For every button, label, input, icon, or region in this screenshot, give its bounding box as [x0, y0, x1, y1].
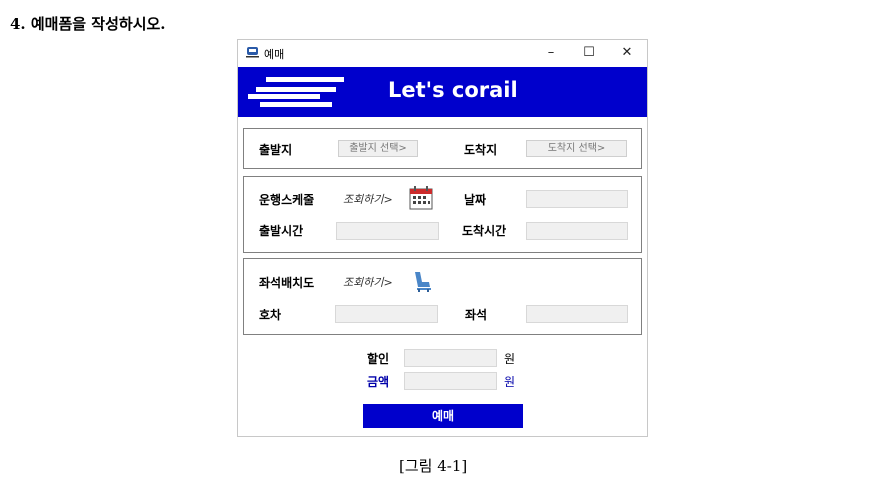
route-group: 출발지 출발지 선택> 도착지 도착지 선택> — [243, 128, 642, 169]
schedule-lookup-link[interactable]: 조회하기> — [343, 191, 393, 207]
schedule-label: 운행스케줄 — [259, 193, 315, 207]
arrival-time-field[interactable] — [526, 222, 628, 240]
car-field[interactable] — [335, 305, 438, 323]
seat-field[interactable] — [526, 305, 628, 323]
arrival-select-button[interactable]: 도착지 선택> — [526, 140, 627, 157]
amount-label: 금액 — [367, 375, 390, 389]
car-label: 호차 — [259, 308, 282, 322]
discount-field[interactable] — [404, 349, 497, 367]
arrival-time-label: 도착시간 — [462, 224, 507, 238]
arrival-label: 도착지 — [464, 143, 498, 157]
seatmap-label: 좌석배치도 — [259, 276, 315, 290]
seat-group: 좌석배치도 조회하기> 호차 좌석 — [243, 258, 642, 335]
seat-label: 좌석 — [465, 308, 488, 322]
close-button[interactable]: ✕ — [612, 41, 642, 65]
seat-icon[interactable] — [411, 270, 433, 292]
train-icon — [246, 47, 259, 58]
date-label: 날짜 — [464, 193, 487, 207]
calendar-icon[interactable] — [409, 186, 433, 210]
logo-stripe — [266, 77, 344, 82]
window-title: 예매 — [264, 48, 285, 61]
logo-stripe — [248, 94, 320, 99]
amount-field[interactable] — [404, 372, 497, 390]
minimize-button[interactable]: – — [536, 41, 566, 65]
departure-label: 출발지 — [259, 143, 293, 157]
schedule-group: 운행스케줄 조회하기> 날짜 출발시간 도착시간 — [243, 176, 642, 253]
departure-time-label: 출발시간 — [259, 224, 304, 238]
maximize-button[interactable]: ☐ — [574, 41, 604, 65]
discount-label: 할인 — [367, 352, 390, 366]
title-bar: 예매 – ☐ ✕ — [238, 40, 647, 66]
discount-unit: 원 — [504, 352, 516, 366]
seatmap-lookup-link[interactable]: 조회하기> — [343, 274, 393, 290]
banner-title: Let's corail — [388, 78, 518, 102]
logo-stripe — [256, 87, 336, 92]
reserve-button[interactable]: 예매 — [363, 404, 523, 428]
figure-caption: [그림 4-1] — [399, 457, 468, 475]
reservation-window: 예매 – ☐ ✕ Let's corail 출발지 출발지 선택> 도착지 도착… — [237, 39, 648, 437]
banner: Let's corail — [238, 67, 647, 117]
departure-time-field[interactable] — [336, 222, 439, 240]
amount-unit: 원 — [504, 375, 516, 389]
logo-stripe — [260, 102, 332, 107]
date-field[interactable] — [526, 190, 628, 208]
departure-select-button[interactable]: 출발지 선택> — [338, 140, 418, 157]
question-heading: 4. 예매폼을 작성하시오. — [10, 15, 166, 33]
